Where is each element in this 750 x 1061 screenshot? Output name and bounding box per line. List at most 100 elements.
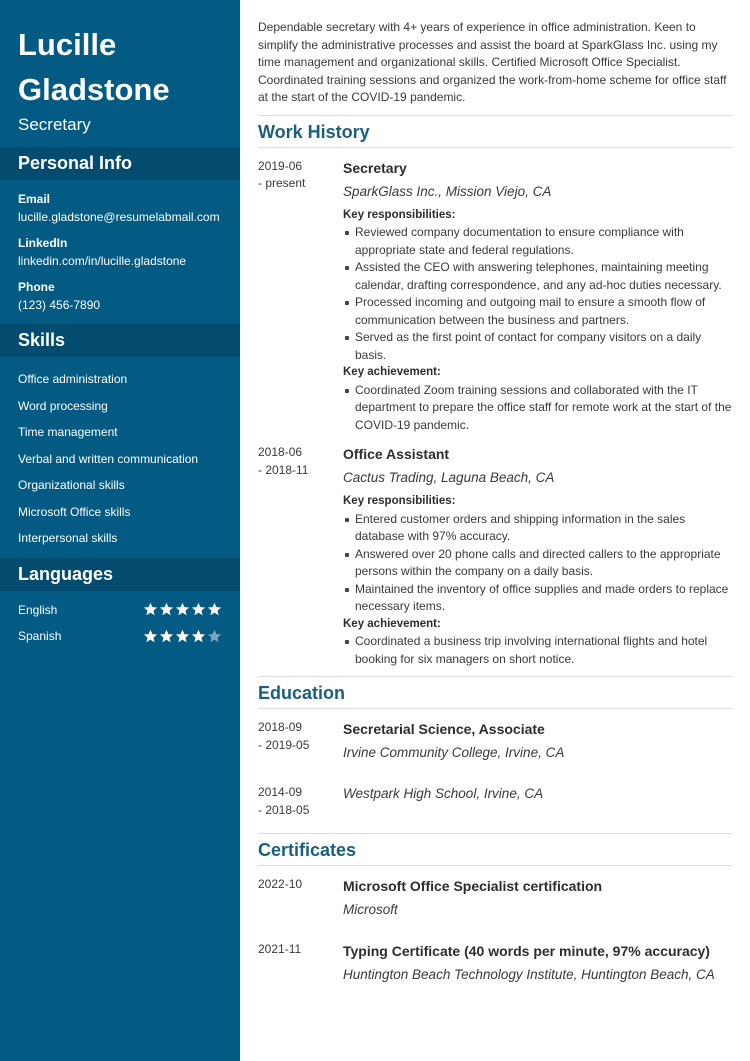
language-name: Spanish [18, 629, 62, 644]
star-filled-icon [175, 629, 190, 644]
email-label: Email [18, 192, 51, 206]
job-title: Secretary [18, 115, 91, 134]
name-first: Lucille [18, 27, 117, 62]
star-filled-icon [143, 629, 158, 644]
linkedin-link[interactable]: linkedin.com/in/lucille.gladstone [18, 252, 222, 270]
responsibility-item: Maintained the inventory of office suppl… [343, 581, 732, 616]
phone-value: (123) 456-7890 [18, 298, 101, 312]
education-heading: Education [258, 677, 732, 709]
responsibility-item: Processed incoming and outgoing mail to … [343, 294, 732, 329]
star-filled-icon [143, 602, 158, 617]
education-dates: 2018-09 - 2019-05 [258, 719, 343, 768]
school-name: Irvine Community College, Irvine, CA [343, 745, 565, 760]
education-entry: 2014-09 - 2018-05 Westpark High School, Ir… [258, 774, 732, 825]
sidebar: Lucille Gladstone Secretary Personal Inf… [0, 0, 240, 1061]
responsibility-item: Served as the first point of contact for… [343, 329, 732, 364]
achievement-label: Key achievement: [343, 617, 441, 630]
skill-item: Word processing [18, 398, 108, 413]
position-title: Secretary [343, 159, 407, 176]
work-entry: 2019-06 - present Secretary SparkGlass Inc.… [258, 148, 732, 435]
certificate-date: 2022-10 [258, 877, 303, 891]
work-entry: 2018-06 - 2018-11 Office Assistant Cactus T… [258, 434, 732, 668]
date-start: 2018-06 [258, 445, 303, 459]
date-end: - present [258, 176, 306, 190]
work-dates: 2019-06 - present [258, 158, 343, 435]
languages-heading: Languages [0, 557, 240, 591]
responsibilities-list: Entered customer orders and shipping inf… [343, 511, 732, 616]
name-last: Gladstone [18, 72, 170, 107]
work-details: Secretary SparkGlass Inc., Mission Viejo,… [343, 158, 732, 435]
skill-item: Interpersonal skills [18, 531, 118, 545]
certificate-name: Microsoft Office Specialist certificatio… [343, 878, 603, 894]
language-item: Spanish [18, 623, 222, 650]
achievements-list: Coordinated a business trip involving in… [343, 633, 732, 668]
achievements-list: Coordinated Zoom training sessions and c… [343, 382, 732, 435]
date-end: - 2018-11 [258, 462, 309, 477]
language-rating [143, 602, 222, 617]
responsibility-item: Reviewed company documentation to ensure… [343, 224, 732, 259]
languages-list: English Spanish [0, 591, 240, 650]
language-item: English [18, 597, 222, 624]
education-details: Secretarial Science, Associate Irvine Com… [343, 719, 732, 768]
contact-info: Email lucille.gladstone@resumelabmail.co… [0, 180, 240, 324]
date-start: 2019-06 [258, 158, 303, 173]
star-filled-icon [191, 629, 206, 644]
degree-name: Secretarial Science, Associate [343, 721, 545, 737]
date-start: 2018-09 [258, 720, 303, 734]
certificate-name: Typing Certificate (40 words per minute,… [343, 943, 710, 959]
position-title: Office Assistant [343, 446, 450, 462]
work-history-section: Work History 2019-06 - present Secretary Sp… [258, 116, 732, 677]
linkedin-label: LinkedIn [18, 236, 68, 250]
date-end: - 2018-05 [258, 802, 310, 817]
company-name: Cactus Trading, Laguna Beach, CA [343, 470, 555, 485]
responsibilities-label: Key responsibilities: [343, 208, 456, 221]
star-filled-icon [207, 602, 222, 617]
skill-item: Time management [18, 425, 118, 439]
date-start: 2014-09 [258, 785, 303, 799]
work-history-heading: Work History [258, 116, 732, 148]
certificate-issuer: Microsoft [343, 902, 398, 917]
skill-item: Microsoft Office skills [18, 504, 131, 519]
candidate-name: Lucille Gladstone [0, 0, 240, 112]
education-section: Education 2018-09 - 2019-05 Secretarial Sc… [258, 677, 732, 834]
email-link[interactable]: lucille.gladstone@resumelabmail.com [18, 208, 222, 226]
star-filled-icon [159, 629, 174, 644]
phone-label: Phone [18, 280, 55, 294]
skills-heading: Skills [0, 324, 240, 357]
star-filled-icon [175, 602, 190, 617]
responsibility-item: Entered customer orders and shipping inf… [343, 511, 732, 546]
skill-item: Office administration [18, 372, 128, 386]
language-rating [143, 629, 222, 644]
school-name: Westpark High School, Irvine, CA [343, 786, 544, 801]
achievement-item: Coordinated a business trip involving in… [343, 633, 732, 668]
main-content: Dependable secretary with 4+ years of ex… [258, 0, 732, 996]
education-dates: 2014-09 - 2018-05 [258, 784, 343, 819]
language-name: English [18, 602, 58, 617]
certificate-details: Typing Certificate (40 words per minute,… [343, 941, 732, 990]
responsibility-item: Assisted the CEO with answering telephon… [343, 259, 732, 294]
company-name: SparkGlass Inc., Mission Viejo, CA [343, 183, 552, 199]
skills-list: Office administration Word processing Time… [0, 357, 240, 558]
certificates-heading: Certificates [258, 834, 732, 866]
work-dates: 2018-06 - 2018-11 [258, 444, 343, 668]
education-entry: 2018-09 - 2019-05 Secretarial Science, Ass… [258, 709, 732, 774]
responsibilities-list: Reviewed company documentation to ensure… [343, 224, 732, 364]
certificate-issuer: Huntington Beach Technology Institute, H… [343, 967, 715, 982]
certificate-entry: 2021-11 Typing Certificate (40 words per … [258, 931, 732, 996]
certificate-entry: 2022-10 Microsoft Office Specialist certi… [258, 866, 732, 931]
responsibility-item: Answered over 20 phone calls and directe… [343, 546, 732, 581]
skill-item: Organizational skills [18, 478, 125, 492]
certificate-date: 2021-11 [258, 942, 302, 956]
star-filled-icon [159, 602, 174, 617]
star-empty-icon [207, 629, 222, 644]
responsibilities-label: Key responsibilities: [343, 495, 456, 507]
profile-summary: Dependable secretary with 4+ years of ex… [258, 19, 732, 116]
certificate-details: Microsoft Office Specialist certificatio… [343, 876, 732, 925]
achievement-label: Key achievement: [343, 366, 441, 378]
date-end: - 2019-05 [258, 737, 310, 752]
certificates-section: Certificates 2022-10 Microsoft Office Spe… [258, 834, 732, 996]
education-details: Westpark High School, Irvine, CA [343, 784, 732, 819]
star-filled-icon [191, 602, 206, 617]
achievement-item: Coordinated Zoom training sessions and c… [343, 382, 732, 435]
work-details: Office Assistant Cactus Trading, Laguna B… [343, 444, 732, 668]
